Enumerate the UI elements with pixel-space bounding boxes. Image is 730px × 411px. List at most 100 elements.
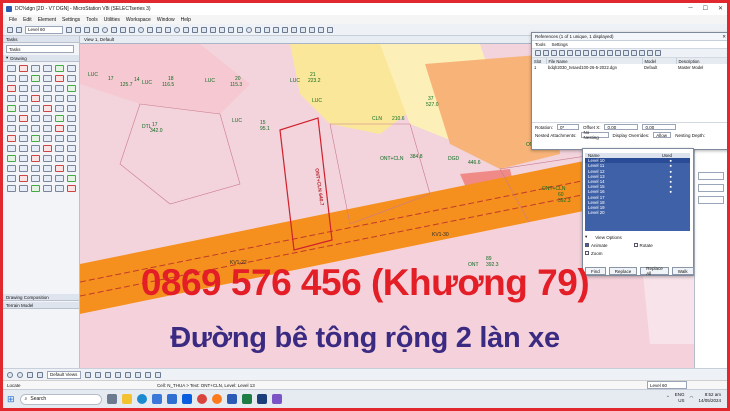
reference-icon[interactable] — [282, 26, 288, 33]
extend-icon[interactable] — [237, 26, 243, 33]
tool-icon[interactable] — [43, 65, 52, 72]
rotate-checkbox[interactable]: Rotate — [633, 242, 653, 248]
tool-icon[interactable] — [67, 155, 76, 162]
tool-icon[interactable] — [67, 135, 76, 142]
tool-icon[interactable] — [55, 65, 64, 72]
maximize-icon[interactable]: ☐ — [703, 5, 708, 12]
wifi-icon[interactable]: ◠ — [690, 395, 694, 401]
scale-icon[interactable] — [567, 50, 573, 56]
tool-icon[interactable] — [7, 65, 16, 72]
zoom-checkbox[interactable]: Zoom — [585, 250, 603, 256]
tool-icon[interactable] — [43, 95, 52, 102]
side-field[interactable] — [698, 196, 724, 204]
pattern-icon[interactable] — [273, 26, 279, 33]
tool-icon[interactable] — [55, 135, 64, 142]
menu-tools[interactable]: Tools — [86, 17, 98, 23]
edge-icon[interactable] — [136, 394, 147, 404]
view-4-icon[interactable] — [115, 371, 121, 378]
tool-icon[interactable] — [55, 155, 64, 162]
arc-icon[interactable] — [147, 26, 153, 33]
text-icon[interactable] — [156, 26, 162, 33]
linestyle-icon[interactable] — [75, 26, 81, 33]
view-attributes-icon[interactable] — [318, 26, 324, 33]
tool-icon[interactable] — [55, 95, 64, 102]
view-control-icon[interactable] — [17, 371, 23, 378]
store-icon[interactable] — [151, 394, 162, 404]
mirror-icon[interactable] — [210, 26, 216, 33]
dimension-icon[interactable] — [165, 26, 171, 33]
tool-icon[interactable] — [31, 135, 40, 142]
select-tool-icon[interactable] — [111, 26, 117, 33]
microstation-icon[interactable] — [256, 394, 267, 404]
menu-settings[interactable]: Settings — [62, 17, 80, 23]
tool-icon[interactable] — [7, 125, 16, 132]
menu-file[interactable]: File — [9, 17, 17, 23]
fence-icon[interactable] — [120, 26, 126, 33]
tool-icon[interactable] — [67, 165, 76, 172]
views-select[interactable]: Default Views — [47, 370, 81, 379]
offset-y-field[interactable]: 0.00 — [642, 124, 677, 130]
tasks-select[interactable]: Tasks — [6, 45, 74, 53]
photo-icon[interactable] — [271, 394, 282, 404]
firefox-icon[interactable] — [211, 394, 222, 404]
tool-icon[interactable] — [7, 165, 16, 172]
drawing-header[interactable]: ▾ Drawing — [3, 55, 79, 62]
view-control-icon[interactable] — [7, 371, 13, 378]
print-icon[interactable] — [300, 26, 306, 33]
menu-utilities[interactable]: Utilities — [104, 17, 120, 23]
tool-icon[interactable] — [7, 85, 16, 92]
chevron-up-icon[interactable]: ⌃ — [666, 395, 670, 401]
clock[interactable]: 8:52 am 14/05/2024 — [698, 392, 721, 404]
menu-edit[interactable]: Edit — [23, 17, 32, 23]
tool-icon[interactable] — [19, 75, 28, 82]
rotate-icon[interactable] — [192, 26, 198, 33]
lang-indicator[interactable]: ENG US — [675, 392, 685, 404]
status-level[interactable]: Level 60 — [647, 381, 687, 389]
mask-icon[interactable] — [599, 50, 605, 56]
tool-icon[interactable] — [31, 125, 40, 132]
tool-icon[interactable] — [43, 75, 52, 82]
tool-icon[interactable] — [31, 115, 40, 122]
side-field[interactable] — [698, 172, 724, 180]
transparency-icon[interactable] — [93, 26, 99, 33]
scale-icon[interactable] — [201, 26, 207, 33]
tool-icon[interactable] — [67, 115, 76, 122]
zalo-icon[interactable] — [181, 394, 192, 404]
tool-icon[interactable] — [67, 65, 76, 72]
tool-icon[interactable] — [19, 175, 28, 182]
tool-icon[interactable] — [19, 65, 28, 72]
tool-icon[interactable] — [7, 175, 16, 182]
tool-icon[interactable] — [19, 125, 28, 132]
tool-icon[interactable] — [55, 125, 64, 132]
circle-tool-icon[interactable] — [102, 26, 108, 33]
tool-icon[interactable] — [31, 165, 40, 172]
tool-icon[interactable] — [7, 185, 16, 192]
offset-x-field[interactable]: 0.00 — [604, 124, 639, 130]
view-5-icon[interactable] — [125, 371, 131, 378]
level-select[interactable]: Level 60 — [25, 25, 63, 34]
tool-icon[interactable] — [55, 145, 64, 152]
window-icon[interactable] — [327, 26, 333, 33]
view-6-icon[interactable] — [135, 371, 141, 378]
tool-icon[interactable] — [55, 105, 64, 112]
snap-icon[interactable] — [631, 50, 637, 56]
tool-icon[interactable] — [43, 145, 52, 152]
menu-workspace[interactable]: Workspace — [126, 17, 151, 23]
clip-icon[interactable] — [591, 50, 597, 56]
tool-icon[interactable] — [19, 105, 28, 112]
tool-icon[interactable] — [7, 145, 16, 152]
levels-icon[interactable] — [615, 50, 621, 56]
minimize-icon[interactable]: ─ — [688, 5, 692, 12]
windows-start-icon[interactable]: ⊞ — [7, 394, 15, 405]
cell-icon[interactable] — [264, 26, 270, 33]
raster-icon[interactable] — [291, 26, 297, 33]
close-icon[interactable]: ✕ — [718, 5, 723, 12]
tool-icon[interactable] — [55, 75, 64, 82]
tool-icon[interactable] — [7, 115, 16, 122]
tool-icon[interactable] — [7, 75, 16, 82]
tool-icon[interactable] — [7, 105, 16, 112]
tool-icon[interactable] — [31, 95, 40, 102]
array-icon[interactable] — [219, 26, 225, 33]
tool-icon[interactable] — [19, 145, 28, 152]
tool-icon[interactable] — [31, 85, 40, 92]
